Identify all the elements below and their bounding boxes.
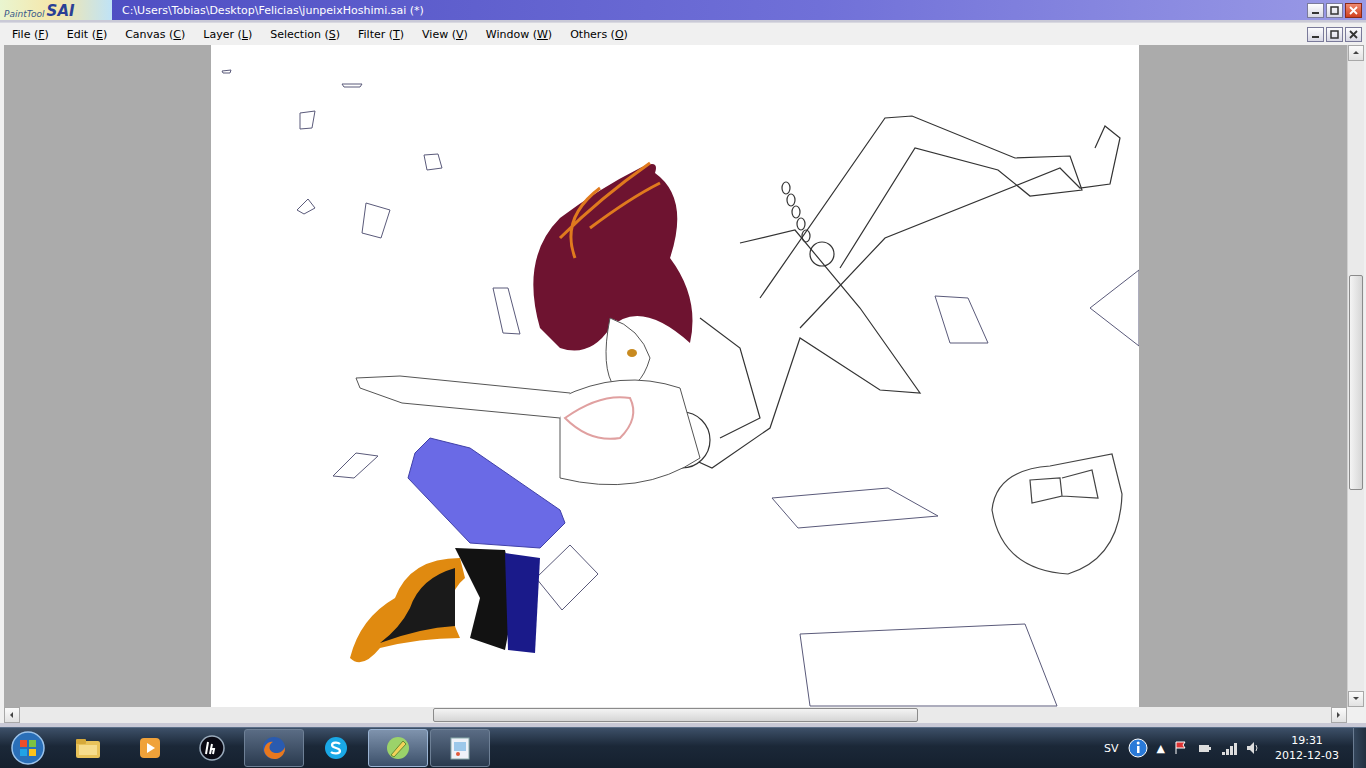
minimize-button[interactable]	[1307, 3, 1324, 18]
taskbar: SV ▲ 19:312012-12-03	[0, 727, 1366, 768]
menu-item[interactable]: Window (W)	[477, 26, 561, 43]
minimize-icon	[1311, 6, 1320, 15]
system-tray: SV ▲ 19:312012-12-03	[1096, 728, 1366, 768]
paper-shape	[222, 70, 231, 73]
help-icon[interactable]	[1127, 737, 1149, 759]
minimize-button[interactable]	[1307, 27, 1324, 42]
volume-icon[interactable]	[1245, 740, 1261, 756]
scroll-left-button[interactable]	[4, 707, 20, 723]
logo-large-text: SAI	[47, 2, 75, 20]
show-desktop-button[interactable]	[1353, 728, 1366, 768]
minimize-icon	[1311, 30, 1320, 39]
boy-drawing	[648, 116, 1120, 468]
hp-icon	[197, 733, 227, 763]
menu-bar: File (F)Edit (E)Canvas (C)Layer (L)Selec…	[0, 22, 1366, 45]
menu-item[interactable]: Filter (T)	[349, 26, 413, 43]
canvas[interactable]	[211, 45, 1139, 707]
folder-icon	[73, 733, 103, 763]
taskbar-button[interactable]	[368, 729, 428, 767]
menu-item[interactable]: File (F)	[3, 26, 58, 43]
clock[interactable]: 19:312012-12-03	[1269, 733, 1345, 763]
scroll-right-button[interactable]	[1331, 707, 1347, 723]
window-title: C:\Users\Tobias\Desktop\Felicias\junpeix…	[112, 4, 1307, 17]
paper-shape	[493, 288, 520, 334]
paper-shape	[536, 545, 598, 610]
document-buttons	[1307, 27, 1366, 42]
horizontal-scroll-row	[0, 707, 1366, 723]
screen: PaintToolSAIC:\Users\Tobias\Desktop\Feli…	[0, 0, 1366, 768]
start-button[interactable]	[0, 728, 56, 768]
power-icon[interactable]	[1197, 740, 1213, 756]
show-hidden-icons[interactable]: ▲	[1157, 742, 1165, 755]
paper-shape	[300, 111, 315, 129]
canvas-viewport	[4, 45, 1347, 707]
workspace	[0, 45, 1366, 707]
taskbar-button[interactable]	[306, 729, 366, 767]
maximize-icon	[1330, 6, 1339, 15]
paper-shape	[297, 199, 315, 214]
girl-drawing	[350, 163, 700, 662]
arrow-up-icon	[1351, 48, 1361, 58]
maximize-button[interactable]	[1326, 27, 1343, 42]
sai-app-icon	[383, 733, 413, 763]
menu-list: File (F)Edit (E)Canvas (C)Layer (L)Selec…	[0, 26, 1307, 43]
taskbar-button[interactable]	[244, 729, 304, 767]
scroll-down-button[interactable]	[1348, 691, 1364, 707]
vertical-scrollbar[interactable]	[1347, 45, 1364, 707]
paper-shape	[333, 453, 378, 478]
clock-time: 19:31	[1291, 733, 1323, 748]
media-player-icon	[135, 733, 165, 763]
paper-shape	[772, 488, 938, 528]
title-bar: PaintToolSAIC:\Users\Tobias\Desktop\Feli…	[0, 0, 1366, 20]
close-icon	[1349, 30, 1358, 39]
close-icon	[1349, 6, 1358, 15]
arrow-right-icon	[1334, 710, 1344, 720]
menu-item[interactable]: Layer (L)	[194, 26, 261, 43]
horizontal-scrollbar[interactable]	[4, 707, 1347, 723]
arrow-down-icon	[1351, 694, 1361, 704]
taskbar-items	[56, 729, 1096, 767]
paper-shape	[800, 624, 1057, 706]
arrow-left-icon	[7, 710, 17, 720]
firefox-icon	[259, 733, 289, 763]
maximize-button[interactable]	[1326, 3, 1343, 18]
paint-icon	[445, 733, 475, 763]
canvas-artwork[interactable]	[211, 45, 1139, 707]
close-button[interactable]	[1345, 27, 1362, 42]
windows-logo-icon	[10, 730, 46, 766]
menu-item[interactable]: Others (O)	[561, 26, 637, 43]
paper-shape	[342, 84, 362, 87]
menu-item[interactable]: Canvas (C)	[116, 26, 194, 43]
app-logo: PaintToolSAI	[0, 0, 112, 20]
action-center-icon[interactable]	[1173, 740, 1189, 756]
window-buttons	[1307, 3, 1366, 18]
language-indicator[interactable]: SV	[1104, 742, 1119, 755]
scroll-thumb[interactable]	[433, 708, 918, 722]
skype-icon	[321, 733, 351, 763]
paper-shape	[362, 203, 390, 238]
paper-shape	[1090, 270, 1139, 346]
taskbar-button[interactable]	[430, 729, 490, 767]
scroll-thumb[interactable]	[1349, 275, 1363, 489]
taskbar-button[interactable]	[182, 729, 242, 767]
paper-shape	[935, 296, 988, 343]
hat-drawing	[992, 454, 1122, 574]
menu-item[interactable]: Selection (S)	[261, 26, 349, 43]
scroll-corner	[1347, 707, 1364, 723]
network-icon[interactable]	[1221, 740, 1237, 756]
clock-date: 2012-12-03	[1275, 748, 1339, 763]
taskbar-button[interactable]	[120, 729, 180, 767]
maximize-icon	[1330, 30, 1339, 39]
taskbar-button[interactable]	[58, 729, 118, 767]
scroll-track[interactable]	[20, 707, 1331, 723]
menu-item[interactable]: Edit (E)	[58, 26, 116, 43]
close-button[interactable]	[1345, 3, 1362, 18]
scroll-up-button[interactable]	[1348, 45, 1364, 61]
logo-small-text: PaintTool	[4, 8, 45, 20]
scroll-track[interactable]	[1348, 61, 1364, 691]
paper-shape	[424, 154, 442, 170]
menu-item[interactable]: View (V)	[413, 26, 477, 43]
